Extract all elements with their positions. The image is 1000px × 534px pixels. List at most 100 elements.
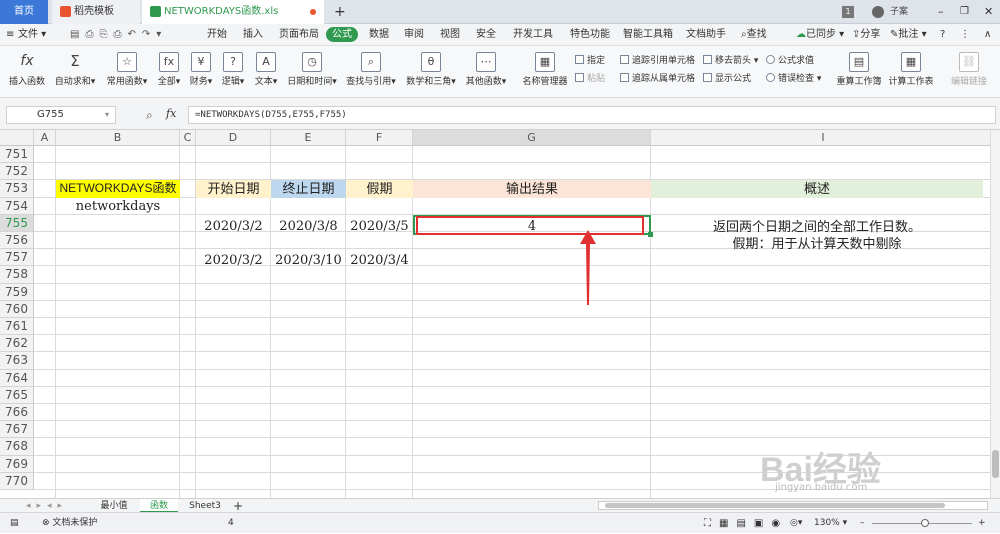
col-header-i[interactable]: I: [651, 130, 996, 146]
select-all-corner[interactable]: [0, 130, 34, 146]
recent-functions-button[interactable]: ☆ 常用函数▾: [104, 52, 150, 87]
quick-access-toolbar[interactable]: ▤⎙⎘⎙↶↷▾: [70, 24, 167, 46]
col-header-f[interactable]: F: [346, 130, 413, 146]
formula-input[interactable]: =NETWORKDAYS(D755,E755,F755): [188, 106, 996, 124]
add-sheet-button[interactable]: +: [230, 499, 246, 513]
cell-e757[interactable]: 2020/3/10: [271, 252, 346, 269]
col-header-g[interactable]: G: [413, 130, 651, 146]
cell-e753[interactable]: 终止日期: [271, 180, 346, 197]
cell-i753[interactable]: 概述: [651, 180, 983, 197]
cell-b753[interactable]: NETWORKDAYS函数: [56, 180, 180, 197]
evaluate-formula-button[interactable]: 公式求值: [766, 54, 814, 68]
col-header-b[interactable]: B: [56, 130, 180, 146]
insert-function-button[interactable]: fx 插入函数: [8, 52, 46, 87]
hamburger-icon[interactable]: ≡: [6, 24, 14, 46]
datetime-button[interactable]: ◷ 日期和时间▾: [285, 52, 339, 87]
sheet-tab-0[interactable]: 最小值: [90, 499, 138, 513]
cell-e755[interactable]: 2020/3/8: [271, 218, 346, 235]
cell-d757[interactable]: 2020/3/2: [196, 252, 271, 269]
comment-button[interactable]: ✎批注 ▾: [890, 24, 927, 46]
menu-start[interactable]: 开始: [207, 24, 227, 46]
show-formulas-button[interactable]: 显示公式: [703, 72, 751, 86]
zoom-level[interactable]: 130% ▾: [814, 513, 847, 534]
cell-d755[interactable]: 2020/3/2: [196, 218, 271, 235]
other-functions-button[interactable]: ⋯ 其他函数▾: [463, 52, 509, 87]
user-name[interactable]: 子案: [890, 0, 908, 24]
row-header[interactable]: 759: [0, 283, 34, 301]
row-header[interactable]: 762: [0, 335, 34, 353]
edit-links-button[interactable]: ⛓ 编辑链接: [946, 52, 992, 87]
tab-home[interactable]: 首页: [0, 0, 48, 24]
window-count-badge[interactable]: 1: [842, 6, 854, 18]
col-header-d[interactable]: D: [196, 130, 271, 146]
avatar[interactable]: [872, 6, 884, 18]
horizontal-scroll-thumb[interactable]: [605, 503, 945, 508]
more-icon[interactable]: ⋮: [960, 24, 970, 46]
cell-f757[interactable]: 2020/3/4: [346, 252, 413, 269]
row-header[interactable]: 757: [0, 249, 34, 267]
row-header[interactable]: 756: [0, 232, 34, 250]
zoom-search-icon[interactable]: ⌕: [146, 108, 153, 123]
row-header[interactable]: 751: [0, 146, 34, 164]
zoom-slider-thumb[interactable]: [921, 519, 929, 527]
row-header[interactable]: 770: [0, 472, 34, 490]
col-header-a[interactable]: A: [34, 130, 56, 146]
row-header[interactable]: 753: [0, 180, 34, 198]
row-header[interactable]: 761: [0, 318, 34, 336]
cell-d753[interactable]: 开始日期: [196, 180, 271, 197]
row-header[interactable]: 768: [0, 438, 34, 456]
sheet-nav-icon[interactable]: ◂▸◂▸: [12, 499, 82, 513]
col-header-e[interactable]: E: [271, 130, 346, 146]
name-manager-button[interactable]: ▦ 名称管理器: [520, 52, 570, 87]
cell-i755[interactable]: 返回两个日期之间的全部工作日数。: [651, 218, 983, 235]
tab-template[interactable]: 稻壳模板: [52, 0, 140, 24]
menu-features[interactable]: 特色功能: [570, 24, 610, 46]
menu-formula[interactable]: 公式: [326, 27, 358, 42]
error-check-button[interactable]: 错误检查 ▾: [766, 72, 821, 86]
horizontal-scrollbar[interactable]: [598, 501, 988, 510]
row-header[interactable]: 766: [0, 404, 34, 422]
cell-b754[interactable]: networkdays: [56, 198, 180, 215]
cell-f755[interactable]: 2020/3/5: [346, 218, 413, 235]
sheet-tab-1[interactable]: 函数: [140, 499, 178, 513]
sheet-tab-2[interactable]: Sheet3: [182, 499, 228, 513]
row-header[interactable]: 763: [0, 352, 34, 370]
search-button[interactable]: ⌕查找: [741, 24, 767, 46]
row-header[interactable]: 758: [0, 266, 34, 284]
col-header-c[interactable]: C: [180, 130, 196, 146]
menu-insert[interactable]: 插入: [243, 24, 263, 46]
sync-button[interactable]: ☁已同步 ▾: [796, 24, 844, 46]
row-header[interactable]: 760: [0, 300, 34, 318]
remove-arrows-button[interactable]: 移去箭头 ▾: [703, 54, 758, 68]
fx-button[interactable]: fx: [166, 107, 176, 120]
view-mode-icons[interactable]: ⛶▦▤▣◉: [704, 513, 788, 534]
close-icon[interactable]: ✕: [984, 0, 993, 24]
define-name-button[interactable]: 指定: [575, 54, 605, 68]
collapse-ribbon-icon[interactable]: ∧: [984, 24, 991, 46]
vertical-scrollbar[interactable]: [990, 130, 1000, 498]
share-button[interactable]: ⇪分享: [852, 24, 880, 46]
menu-file[interactable]: 文件 ▾: [18, 24, 46, 46]
name-box[interactable]: G755 ▾: [6, 106, 116, 124]
fill-handle[interactable]: [648, 232, 653, 237]
menu-security[interactable]: 安全: [476, 24, 496, 46]
recalc-workbook-button[interactable]: ▤ 重算工作簿: [836, 52, 882, 87]
menu-page-layout[interactable]: 页面布局: [279, 24, 319, 46]
menu-data[interactable]: 数据: [369, 24, 389, 46]
math-button[interactable]: θ 数学和三角▾: [404, 52, 458, 87]
paste-name-button[interactable]: 粘贴: [575, 72, 605, 86]
menu-smart-toolbox[interactable]: 智能工具箱: [623, 24, 673, 46]
autosum-button[interactable]: Σ 自动求和▾: [52, 52, 98, 87]
menu-view[interactable]: 视图: [440, 24, 460, 46]
trace-dependents-button[interactable]: 追踪从属单元格: [620, 72, 695, 86]
all-functions-button[interactable]: fx 全部▾: [154, 52, 184, 87]
restore-icon[interactable]: ❐: [960, 0, 969, 24]
menu-review[interactable]: 审阅: [404, 24, 424, 46]
zoom-in-icon[interactable]: +: [978, 513, 986, 534]
cell-f753[interactable]: 假期: [346, 180, 413, 197]
row-header[interactable]: 769: [0, 455, 34, 473]
protect-status[interactable]: ⊗ 文档未保护: [42, 513, 97, 534]
row-header[interactable]: 754: [0, 197, 34, 215]
zoom-out-icon[interactable]: –: [860, 513, 865, 534]
lookup-button[interactable]: ⌕ 查找与引用▾: [344, 52, 398, 87]
